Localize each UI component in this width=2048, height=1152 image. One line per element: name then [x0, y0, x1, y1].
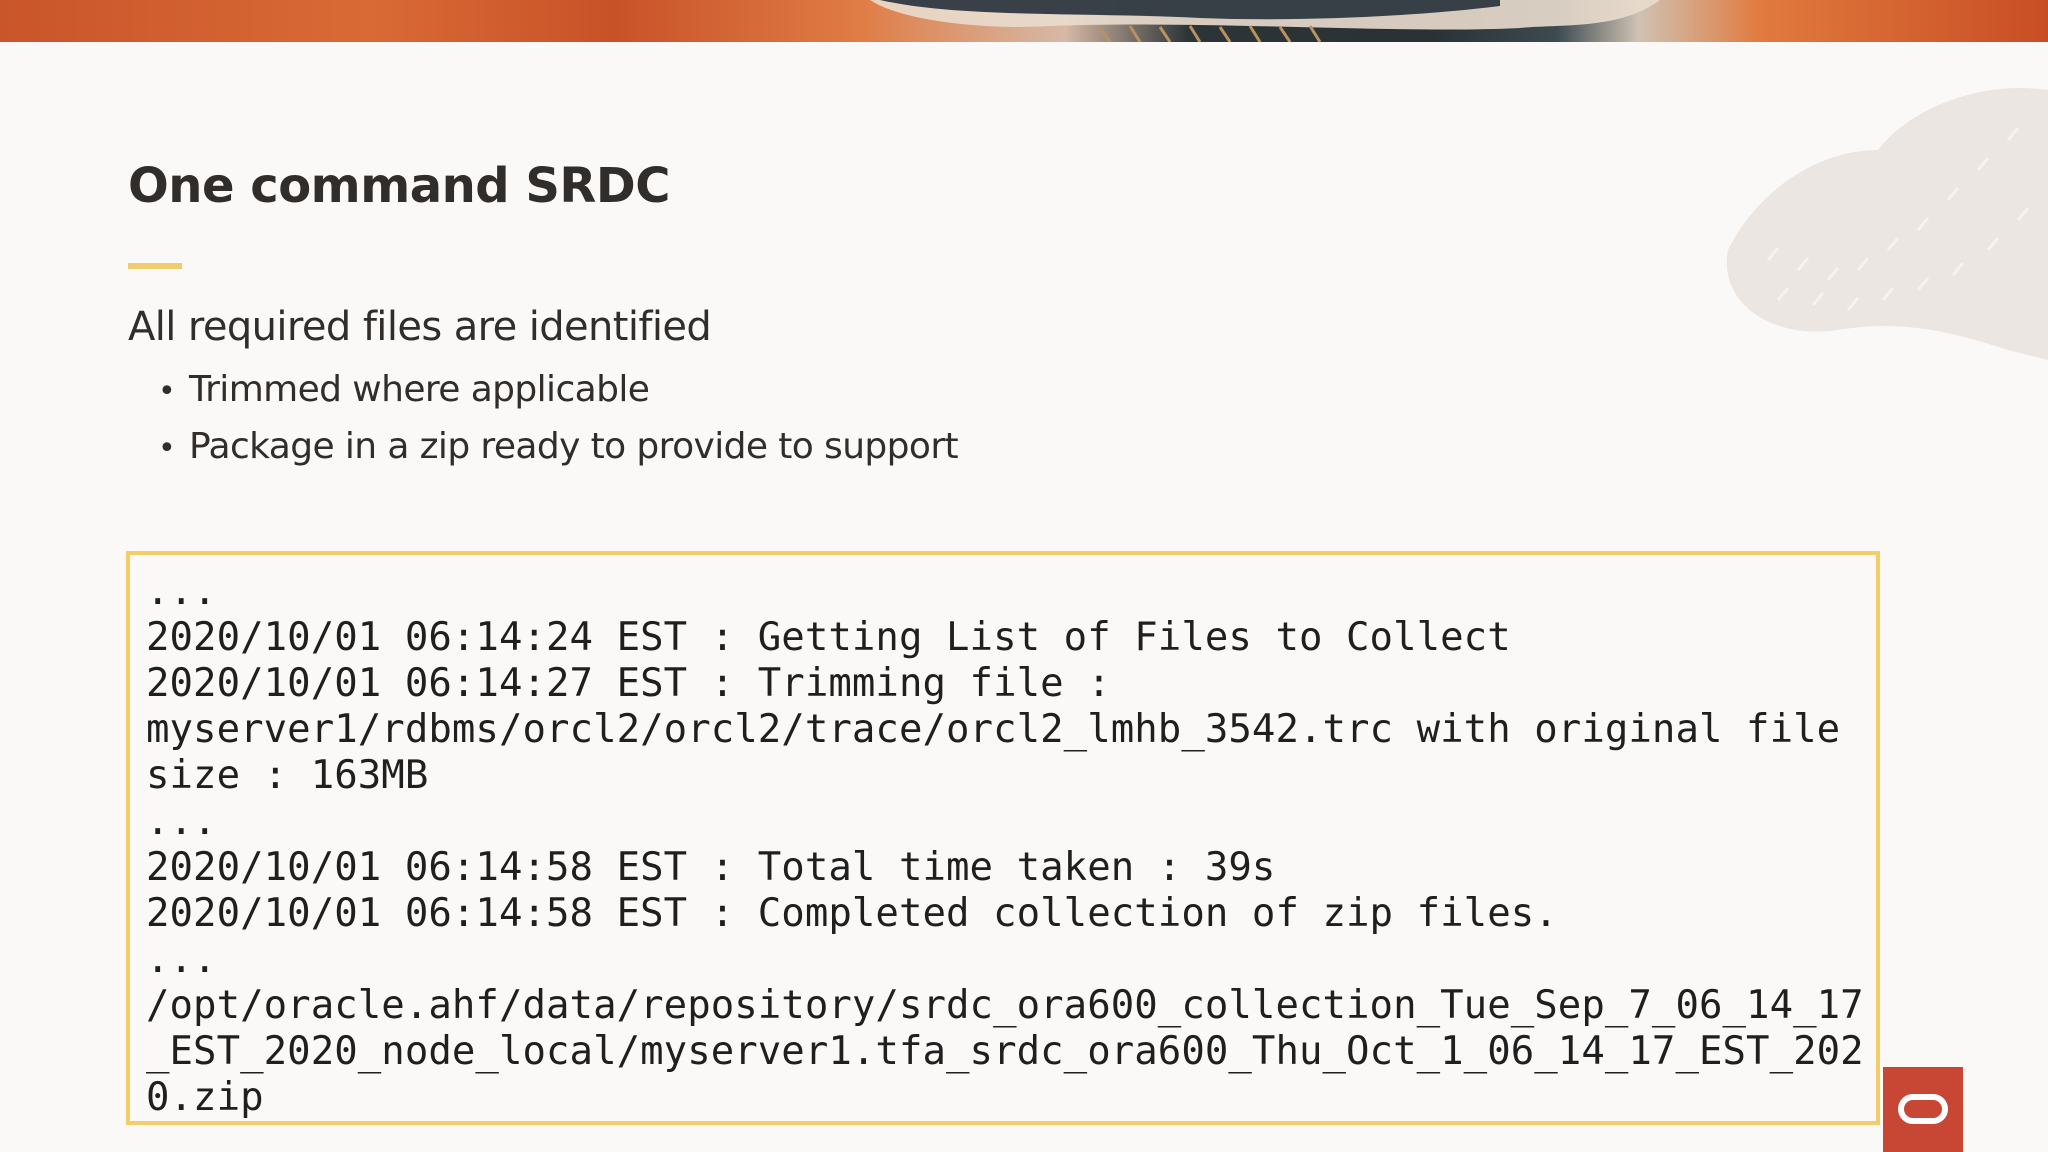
bullet-item: • Trimmed where applicable — [158, 364, 958, 421]
bullet-text: Trimmed where applicable — [189, 369, 650, 410]
title-accent-bar — [128, 263, 182, 269]
bullet-list: • Trimmed where applicable • Package in a … — [158, 364, 959, 478]
log-line: ... — [146, 799, 217, 844]
log-line: myserver1/rdbms/orcl2/orcl2/trace/orcl2_… — [146, 707, 1841, 752]
bullet-dot-icon: • — [158, 431, 176, 466]
bullet-item: • Package in a zip ready to provide to su… — [158, 421, 959, 478]
log-line: /opt/oracle.ahf/data/repository/srdc_ora… — [146, 983, 1864, 1028]
decorative-leaf-pattern — [1726, 88, 2048, 360]
log-output-box: ... 2020/10/01 06:14:24 EST : Getting Li… — [126, 551, 1880, 1125]
slide-title: One command SRDC — [128, 158, 670, 214]
log-line: ... — [146, 569, 217, 614]
log-line: 2020/10/01 06:14:58 EST : Completed coll… — [146, 891, 1558, 936]
log-line: size : 163MB — [146, 753, 429, 798]
decorative-header-banner — [0, 0, 2048, 42]
bullet-text: Package in a zip ready to provide to sup… — [189, 426, 959, 467]
log-line: 2020/10/01 06:14:24 EST : Getting List o… — [146, 615, 1511, 660]
log-line: 2020/10/01 06:14:27 EST : Trimming file … — [146, 661, 1111, 706]
oracle-logo-icon — [1883, 1067, 1963, 1152]
log-line: 0.zip — [146, 1075, 264, 1120]
log-line: _EST_2020_node_local/myserver1.tfa_srdc_… — [146, 1029, 1864, 1074]
log-line: 2020/10/01 06:14:58 EST : Total time tak… — [146, 845, 1276, 890]
bullet-dot-icon: • — [158, 374, 176, 409]
slide-subheading: All required files are identified — [128, 304, 712, 350]
oracle-ring-shape — [1898, 1094, 1948, 1124]
log-line: ... — [146, 937, 217, 982]
